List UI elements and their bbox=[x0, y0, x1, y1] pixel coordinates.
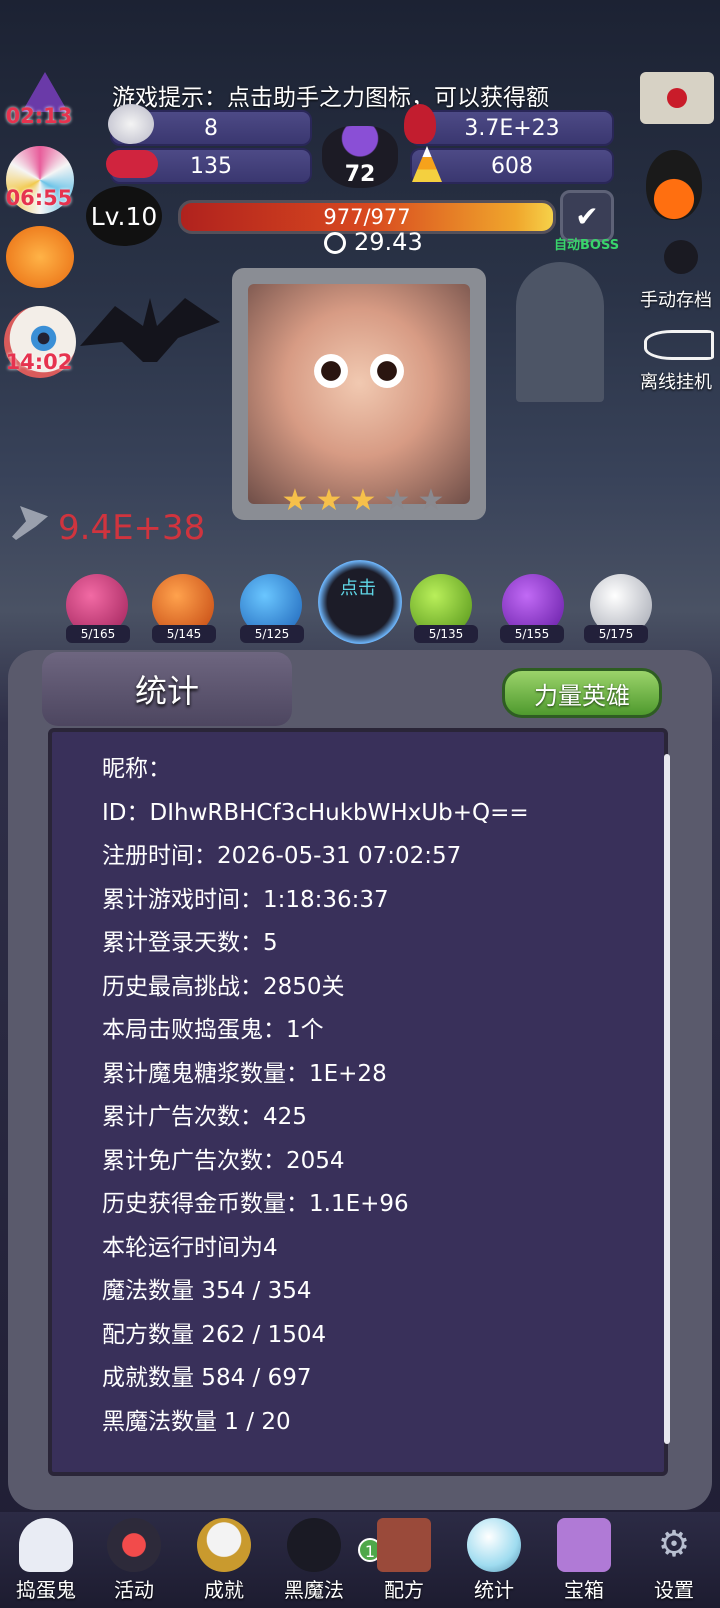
level-badge: Lv.10 bbox=[86, 186, 162, 246]
stat-achievements: 成就数量 584 / 697 bbox=[102, 1365, 312, 1391]
stat-run-time: 本轮运行时间为4 bbox=[102, 1234, 278, 1261]
star-filled-icon: ★ bbox=[315, 483, 343, 518]
star-empty-icon: ★ bbox=[417, 483, 445, 518]
ghost-count-1: 5/165 bbox=[66, 625, 130, 643]
stat-black-magic: 黑魔法数量 1 / 20 bbox=[102, 1408, 291, 1435]
star-empty-icon: ★ bbox=[383, 483, 411, 518]
stat-total-play-time: 累计游戏时间：1:18:36:37 bbox=[102, 886, 389, 913]
power-hero-label: 力量英雄 bbox=[534, 681, 630, 710]
stat-syrup: 累计魔鬼糖浆数量：1E+28 bbox=[102, 1060, 387, 1087]
hp-text: 977/977 bbox=[323, 205, 411, 229]
nav-label: 设置 bbox=[654, 1578, 694, 1602]
side-timer-1: 02:13 bbox=[5, 104, 73, 128]
stat-login-days: 累计登录天数：5 bbox=[102, 930, 278, 956]
resource-right-bottom: 608 bbox=[410, 148, 614, 184]
stopwatch-icon bbox=[324, 232, 346, 254]
stat-ad-free: 累计免广告次数：2054 bbox=[102, 1147, 345, 1174]
stat-defeated: 本局击败捣蛋鬼：1个 bbox=[102, 1017, 324, 1043]
stat-register-time: 注册时间：2026-05-31 07:02:57 bbox=[102, 843, 462, 869]
devil-icon bbox=[287, 1518, 341, 1572]
potion-icon bbox=[404, 104, 436, 144]
panel-title-text: 统计 bbox=[134, 672, 199, 710]
spider-icon[interactable] bbox=[664, 240, 698, 274]
resource-right-top: 3.7E+23 bbox=[410, 110, 614, 146]
stat-magic: 魔法数量 354 / 354 bbox=[102, 1278, 312, 1304]
ghost-count-2: 5/145 bbox=[152, 625, 216, 643]
star-filled-icon: ★ bbox=[281, 483, 309, 518]
resource-right-top-value: 3.7E+23 bbox=[464, 115, 560, 141]
tap-label: 点击 bbox=[340, 578, 376, 599]
stat-recipes: 配方数量 262 / 1504 bbox=[102, 1321, 327, 1348]
stat-gold: 历史获得金币数量：1.1E+96 bbox=[102, 1191, 409, 1217]
power-hero-button[interactable]: 力量英雄 bbox=[502, 668, 662, 718]
nav-item-black-magic[interactable]: 黑魔法 bbox=[274, 1518, 354, 1603]
stats-list: 昵称： ID：DIhwRBHCf3cHukbWHxUb+Q== 注册时间：202… bbox=[102, 748, 529, 1444]
ghost-count-5: 5/155 bbox=[500, 625, 564, 643]
ghost-icon bbox=[19, 1518, 73, 1572]
axe-icon bbox=[12, 506, 48, 540]
boss-portrait[interactable]: ★ ★ ★ ★ ★ bbox=[232, 268, 486, 520]
mail-icon[interactable] bbox=[640, 72, 714, 124]
side-timer-2: 06:55 bbox=[5, 186, 73, 210]
pumpkin-potion-icon[interactable] bbox=[646, 150, 702, 220]
nav-item-achievements[interactable]: 成就 bbox=[184, 1518, 264, 1603]
recipe-book-icon bbox=[377, 1518, 431, 1572]
damage-value: 9.4E+38 bbox=[58, 508, 206, 548]
nav-item-stats[interactable]: 统计 bbox=[454, 1518, 534, 1603]
boss-timer: 29.43 bbox=[354, 228, 423, 256]
nav-item-chest[interactable]: 宝箱 bbox=[544, 1518, 624, 1603]
pudding-icon bbox=[108, 104, 154, 144]
gear-icon: ⚙ bbox=[657, 1524, 691, 1565]
resource-left-top-value: 8 bbox=[204, 115, 218, 141]
ghost-count-3: 5/125 bbox=[240, 625, 304, 643]
game-hint: 游戏提示：点击助手之力图标，可以获得额 bbox=[112, 85, 549, 111]
boss-face-image: ★ ★ ★ ★ ★ bbox=[248, 284, 470, 516]
scrollbar[interactable] bbox=[664, 754, 670, 1444]
stat-ads: 累计广告次数：425 bbox=[102, 1104, 307, 1130]
auto-boss-label: 自动BOSS bbox=[554, 238, 620, 253]
skull-candy-icon bbox=[106, 150, 158, 178]
stat-highest-stage: 历史最高挑战：2850关 bbox=[102, 973, 345, 1000]
bat-icon[interactable] bbox=[80, 298, 220, 362]
eyeball-cake-icon bbox=[107, 1518, 161, 1572]
resource-left-bottom-value: 135 bbox=[190, 153, 232, 179]
nav-item-settings[interactable]: ⚙ 设置 bbox=[634, 1518, 714, 1603]
ghost-count-4: 5/135 bbox=[414, 625, 478, 643]
pumpkin-icon[interactable] bbox=[6, 226, 74, 288]
manual-save-button[interactable]: 手动存档 bbox=[640, 286, 712, 312]
resource-right-bottom-value: 608 bbox=[491, 153, 533, 179]
fishbone-icon[interactable] bbox=[644, 330, 714, 360]
level-text: Lv.10 bbox=[90, 201, 158, 231]
stat-id: ID：DIhwRBHCf3cHukbWHxUb+Q== bbox=[102, 799, 529, 826]
tap-monster-button[interactable] bbox=[318, 560, 402, 644]
nav-item-events[interactable]: 活动 bbox=[94, 1518, 174, 1603]
star-filled-icon: ★ bbox=[349, 483, 377, 518]
cauldron-count: 72 bbox=[344, 162, 376, 187]
offline-button[interactable]: 离线挂机 bbox=[640, 368, 712, 394]
stat-nickname: 昵称： bbox=[102, 756, 171, 782]
ghost-count-6: 5/175 bbox=[584, 625, 648, 643]
nav-item-ghost[interactable]: 捣蛋鬼 bbox=[6, 1518, 86, 1603]
nav-label: 捣蛋鬼 bbox=[16, 1578, 76, 1602]
nav-label: 成就 bbox=[204, 1578, 244, 1602]
nav-label: 黑魔法 bbox=[284, 1578, 344, 1602]
nav-label: 统计 bbox=[474, 1578, 514, 1602]
crystal-ball-icon bbox=[467, 1518, 521, 1572]
side-timer-3: 14:02 bbox=[5, 350, 73, 374]
gift-box-icon bbox=[557, 1518, 611, 1572]
nav-label: 活动 bbox=[114, 1578, 154, 1602]
skull-trophy-icon bbox=[197, 1518, 251, 1572]
nav-label: 配方 bbox=[384, 1578, 424, 1602]
nav-item-recipes[interactable]: 配方 bbox=[364, 1518, 444, 1603]
nav-label: 宝箱 bbox=[564, 1578, 604, 1602]
tombstone-icon bbox=[516, 262, 604, 402]
panel-title: 统计 bbox=[42, 652, 292, 726]
